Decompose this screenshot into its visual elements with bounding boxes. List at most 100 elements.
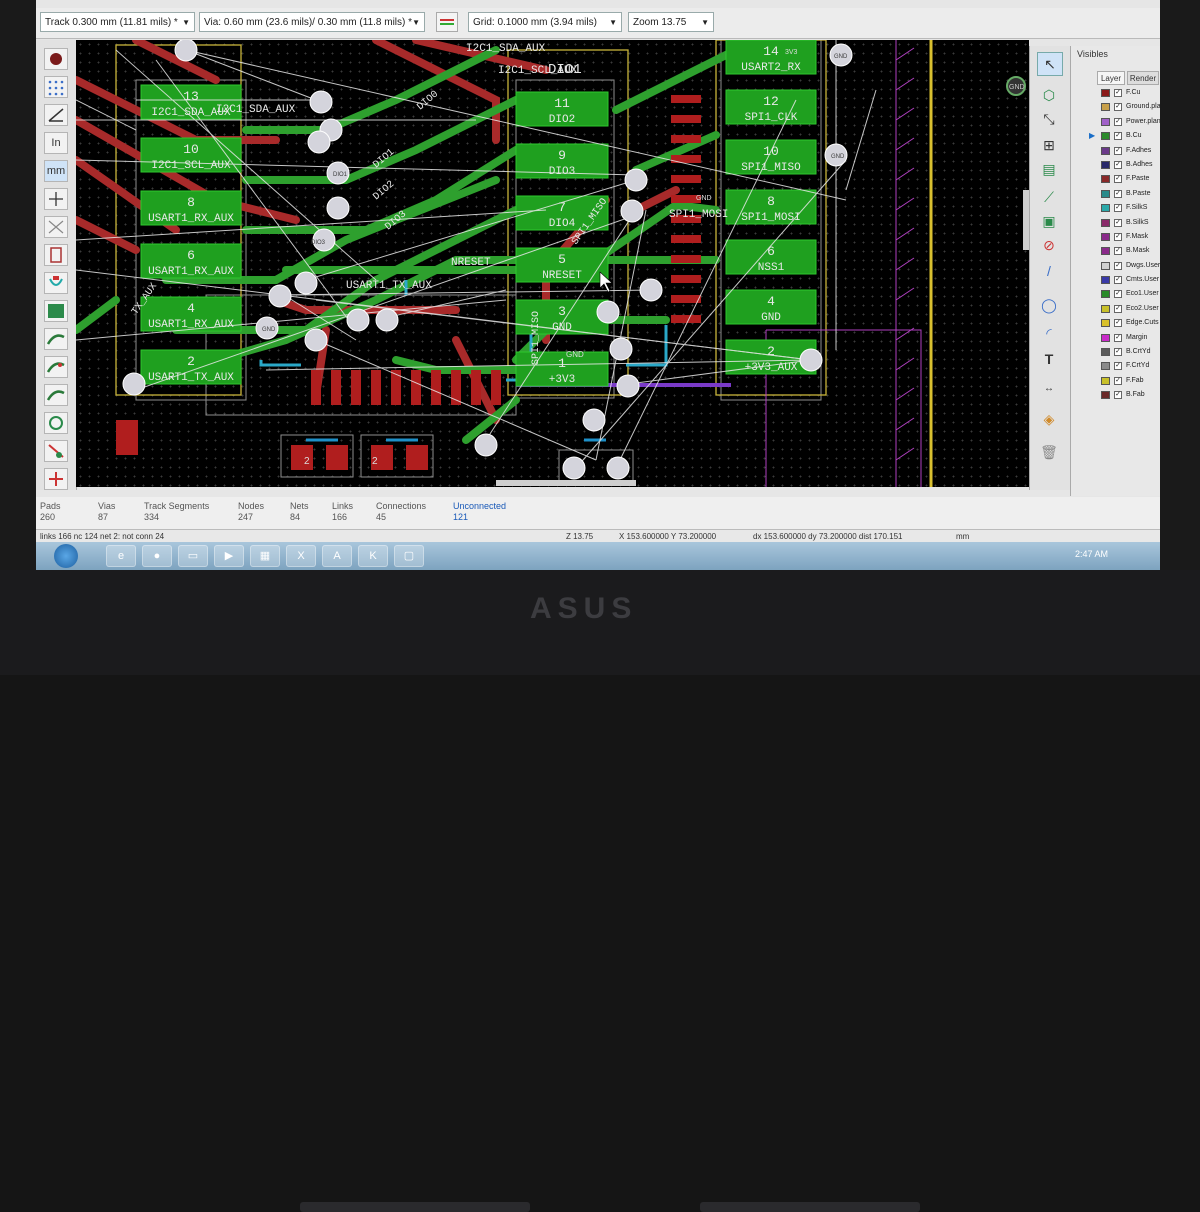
tab-layer[interactable]: Layer: [1097, 71, 1125, 85]
start-button[interactable]: [54, 544, 78, 568]
layer-row[interactable]: ✓ B.Paste: [1077, 187, 1157, 201]
excel-taskbar-icon[interactable]: X: [286, 545, 316, 567]
layer-color-swatch[interactable]: [1101, 376, 1110, 385]
layer-visibility-checkbox[interactable]: ✓: [1114, 247, 1122, 256]
layer-row[interactable]: ✓ F.Fab: [1077, 374, 1157, 388]
layer-visibility-checkbox[interactable]: ✓: [1114, 218, 1122, 227]
add-circle-icon[interactable]: ◯: [1037, 294, 1061, 316]
folder-taskbar-icon[interactable]: ▦: [250, 545, 280, 567]
layer-color-swatch[interactable]: [1101, 160, 1110, 169]
via-sketch-icon[interactable]: [44, 384, 68, 406]
layer-visibility-checkbox[interactable]: ✓: [1114, 89, 1122, 97]
zoom-select[interactable]: Zoom 13.75 ▼: [628, 12, 714, 32]
module-ratsnest-icon[interactable]: [44, 244, 68, 266]
layer-row[interactable]: ✓ F.CrtYd: [1077, 359, 1157, 373]
layer-color-swatch[interactable]: [1101, 362, 1110, 371]
layer-color-swatch[interactable]: [1101, 204, 1110, 213]
layer-color-swatch[interactable]: [1101, 132, 1110, 141]
layer-color-swatch[interactable]: [1101, 304, 1110, 313]
layer-row[interactable]: ✓ Eco2.User: [1077, 302, 1159, 316]
layer-color-swatch[interactable]: [1101, 348, 1110, 357]
layer-row[interactable]: ✓ Ground.plane: [1077, 100, 1160, 114]
layer-visibility-checkbox[interactable]: ✓: [1114, 189, 1122, 198]
layer-color-swatch[interactable]: [1101, 319, 1110, 328]
add-via-icon[interactable]: ⟋: [1037, 186, 1061, 208]
layer-row[interactable]: ✓ F.Paste: [1077, 172, 1157, 186]
cursor-shape-icon[interactable]: [44, 188, 68, 210]
layer-row[interactable]: ✓ B.Adhes: [1077, 158, 1157, 172]
add-dimension-icon[interactable]: ↔: [1037, 378, 1061, 400]
layer-row[interactable]: ✓ B.CrtYd: [1077, 345, 1157, 359]
zone-fill-icon[interactable]: [44, 300, 68, 322]
layer-row[interactable]: ✓ F.Cu: [1077, 86, 1157, 100]
layer-color-swatch[interactable]: [1101, 117, 1110, 126]
media-taskbar-icon[interactable]: ▶: [214, 545, 244, 567]
layer-row[interactable]: ✓ F.Adhes: [1077, 144, 1157, 158]
explorer-taskbar-icon[interactable]: ▭: [178, 545, 208, 567]
route-track-icon[interactable]: ▤: [1037, 158, 1061, 180]
ie-taskbar-icon[interactable]: e: [106, 545, 136, 567]
layer-color-swatch[interactable]: [1101, 232, 1110, 241]
layer-visibility-checkbox[interactable]: ✓: [1114, 333, 1122, 342]
add-footprint-icon[interactable]: ⊞: [1037, 134, 1061, 156]
layer-row[interactable]: ✓ F.Mask: [1077, 230, 1157, 244]
layer-color-swatch[interactable]: [1101, 103, 1110, 112]
layer-row[interactable]: ✓ F.SilkS: [1077, 201, 1157, 215]
layer-visibility-checkbox[interactable]: ✓: [1114, 276, 1122, 285]
layer-color-swatch[interactable]: [1101, 146, 1110, 155]
pcb-canvas[interactable]: 13 I2C1_SDA_AUX 10 I2C1_SCL_AUX 8 USART1_RX_A…: [76, 40, 1029, 487]
chrome-taskbar-icon[interactable]: ●: [142, 545, 172, 567]
auto-track-width-icon[interactable]: [436, 12, 458, 32]
layer-row[interactable]: ✓ B.SilkS: [1077, 216, 1157, 230]
add-arc-icon[interactable]: ◜: [1037, 322, 1061, 344]
layer-visibility-checkbox[interactable]: ✓: [1114, 204, 1122, 213]
pad-sketch-icon[interactable]: [44, 356, 68, 378]
via-size-select[interactable]: Via: 0.60 mm (23.6 mils)/ 0.30 mm (11.8 …: [199, 12, 425, 32]
layer-row[interactable]: ✓ Power.plane: [1077, 115, 1160, 129]
track-sketch-icon[interactable]: [44, 412, 68, 434]
layer-visibility-checkbox[interactable]: ✓: [1114, 103, 1122, 112]
layer-visibility-checkbox[interactable]: ✓: [1114, 117, 1122, 126]
units-inch-icon[interactable]: In: [44, 132, 68, 154]
layer-visibility-checkbox[interactable]: ✓: [1114, 146, 1122, 155]
layer-row[interactable]: ✓ B.Fab: [1077, 388, 1157, 402]
local-ratsnest-icon[interactable]: ⤡: [1037, 108, 1061, 130]
delete-item-icon[interactable]: 🗑: [1037, 441, 1061, 463]
layer-color-swatch[interactable]: [1101, 218, 1110, 227]
layer-visibility-checkbox[interactable]: ✓: [1114, 160, 1122, 169]
add-text-icon[interactable]: T: [1037, 348, 1061, 370]
select-arrow-icon[interactable]: ↖: [1037, 52, 1063, 76]
grid-toggle-icon[interactable]: [44, 76, 68, 98]
layer-row[interactable]: ✓ Edge.Cuts: [1077, 316, 1159, 330]
drc-icon[interactable]: [44, 48, 68, 70]
units-mm-icon[interactable]: mm: [44, 160, 68, 182]
add-target-icon[interactable]: ◈: [1037, 408, 1061, 430]
grid-select[interactable]: Grid: 0.1000 mm (3.94 mils) ▼: [468, 12, 622, 32]
layer-visibility-checkbox[interactable]: ✓: [1114, 232, 1122, 241]
layer-row[interactable]: ✓ Cmts.User: [1077, 273, 1159, 287]
layer-color-swatch[interactable]: [1101, 189, 1110, 198]
highlight-net-icon[interactable]: ⬡: [1037, 84, 1061, 106]
layer-color-swatch[interactable]: [1101, 333, 1110, 342]
layer-color-swatch[interactable]: [1101, 175, 1110, 184]
layer-color-swatch[interactable]: [1101, 261, 1110, 270]
layer-visibility-checkbox[interactable]: ✓: [1114, 175, 1122, 184]
layer-visibility-checkbox[interactable]: ✓: [1114, 290, 1122, 299]
add-zone-icon[interactable]: ▣: [1037, 210, 1061, 232]
add-line-icon[interactable]: /: [1037, 260, 1061, 282]
polar-coords-icon[interactable]: [44, 104, 68, 126]
layer-color-swatch[interactable]: [1101, 391, 1110, 400]
layer-visibility-checkbox[interactable]: ✓: [1114, 319, 1122, 328]
high-contrast-icon[interactable]: [44, 440, 68, 462]
layer-row[interactable]: ✓ B.Mask: [1077, 244, 1157, 258]
layer-visibility-checkbox[interactable]: ✓: [1114, 376, 1122, 385]
layer-color-swatch[interactable]: [1101, 290, 1110, 299]
layer-visibility-checkbox[interactable]: ✓: [1114, 304, 1122, 313]
tab-render[interactable]: Render: [1127, 71, 1159, 85]
layer-visibility-checkbox[interactable]: ✓: [1114, 391, 1122, 400]
ratsnest-icon[interactable]: [44, 216, 68, 238]
layer-color-swatch[interactable]: [1101, 247, 1110, 256]
window-taskbar-icon[interactable]: ▢: [394, 545, 424, 567]
microwave-toolbar-icon[interactable]: [44, 468, 68, 490]
layer-visibility-checkbox[interactable]: ✓: [1114, 348, 1122, 357]
